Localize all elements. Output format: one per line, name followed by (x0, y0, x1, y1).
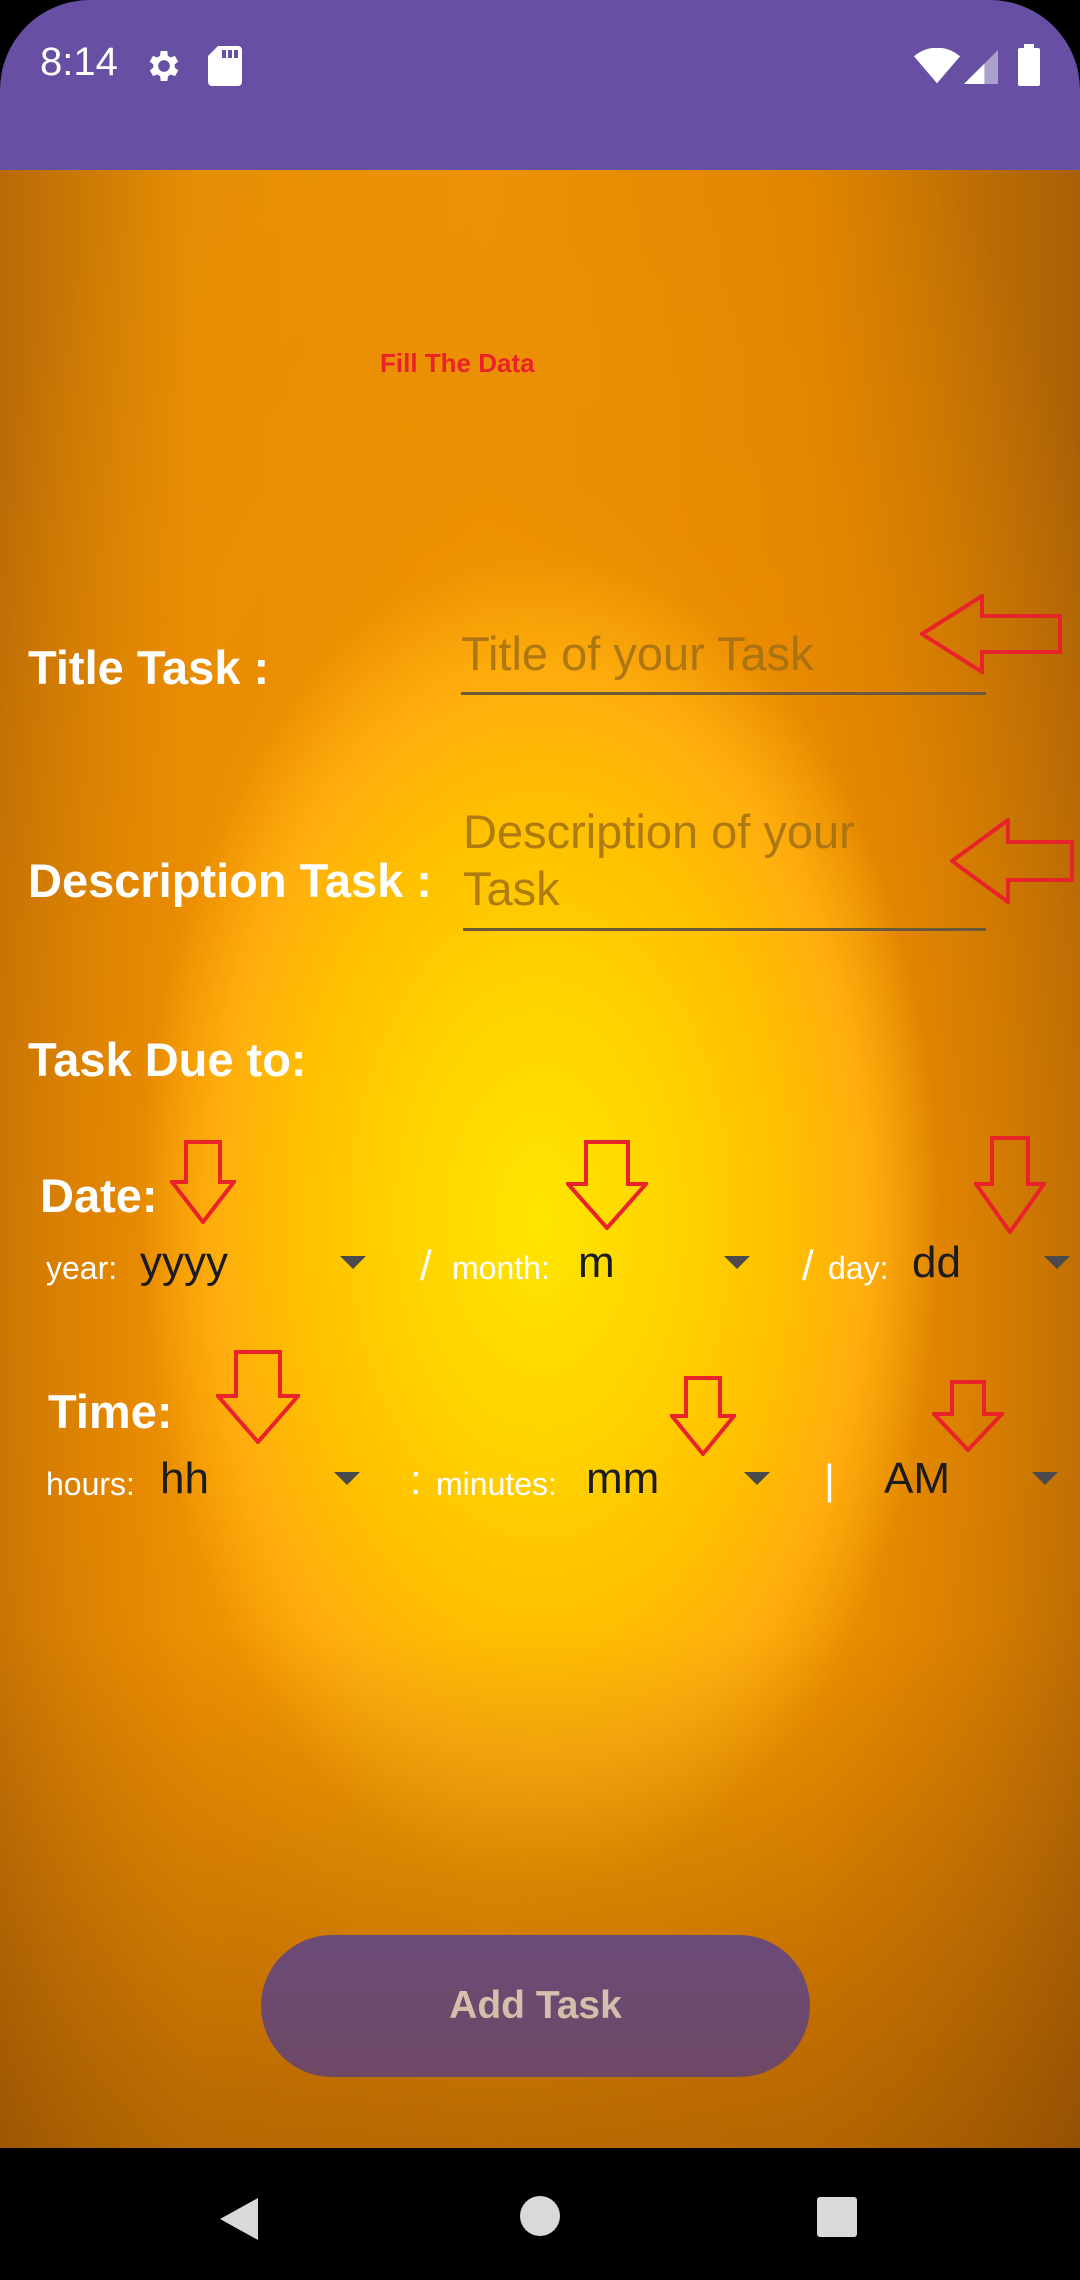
year-value: yyyy (140, 1238, 228, 1287)
screen: 8:14 Fill The Data Title Task : Title of… (0, 0, 1080, 2280)
description-task-label: Description Task : (28, 854, 432, 907)
annotation-arrow-down-icon (932, 1380, 1004, 1452)
annotation-arrow-down-icon (670, 1376, 736, 1456)
form-screen: Fill The Data Title Task : Title of your… (0, 170, 1080, 2148)
chevron-down-icon (744, 1472, 770, 1485)
wifi-icon (914, 47, 960, 89)
year-label: year: (46, 1250, 118, 1286)
description-placeholder-line2: Task (463, 862, 560, 915)
annotation-arrow-left-icon (950, 818, 1074, 904)
home-icon[interactable] (518, 2194, 562, 2238)
title-task-underline (461, 692, 986, 695)
navigation-bar (0, 2148, 1080, 2280)
annotation-arrow-down-icon (566, 1140, 648, 1230)
month-label: month: (452, 1250, 550, 1286)
page-title: Fill The Data (380, 348, 535, 378)
date-separator: / (420, 1242, 432, 1289)
hours-value: hh (160, 1454, 209, 1503)
title-task-input[interactable]: Title of your Task (461, 625, 986, 695)
description-task-input[interactable]: Description of your Task (463, 803, 986, 933)
hours-label: hours: (46, 1466, 135, 1502)
add-task-button[interactable]: Add Task (261, 1935, 810, 2077)
battery-icon (1018, 44, 1040, 91)
minutes-spinner[interactable]: mm (584, 1450, 778, 1510)
status-time: 8:14 (40, 40, 118, 84)
time-separator: : (410, 1456, 422, 1503)
date-label: Date: (40, 1169, 158, 1222)
recents-icon[interactable] (816, 2196, 858, 2238)
description-task-underline (463, 928, 986, 931)
minutes-value: mm (586, 1454, 660, 1503)
title-task-label: Title Task : (28, 641, 270, 694)
ampm-value: AM (884, 1454, 950, 1503)
annotation-arrow-down-icon (216, 1350, 300, 1444)
status-bar: 8:14 (0, 0, 1080, 170)
chevron-down-icon (1032, 1472, 1058, 1485)
title-task-placeholder: Title of your Task (461, 627, 814, 680)
back-icon[interactable] (218, 2196, 260, 2242)
chevron-down-icon (1044, 1256, 1070, 1269)
year-spinner[interactable]: yyyy (138, 1234, 370, 1294)
time-separator: | (824, 1456, 835, 1503)
hours-spinner[interactable]: hh (158, 1450, 364, 1510)
month-value: m (578, 1238, 615, 1287)
chevron-down-icon (334, 1472, 360, 1485)
date-separator: / (802, 1242, 814, 1289)
day-label: day: (828, 1250, 889, 1286)
chevron-down-icon (340, 1256, 366, 1269)
cell-signal-icon (964, 50, 998, 89)
task-due-label: Task Due to: (28, 1033, 307, 1086)
time-label: Time: (48, 1385, 173, 1438)
ampm-spinner[interactable]: AM (882, 1450, 1076, 1510)
month-spinner[interactable]: m (576, 1234, 756, 1294)
day-spinner[interactable]: dd (910, 1234, 1076, 1294)
minutes-label: minutes: (436, 1466, 557, 1502)
gear-icon (144, 46, 184, 91)
day-value: dd (912, 1238, 961, 1287)
annotation-arrow-down-icon (170, 1140, 236, 1224)
annotation-arrow-down-icon (974, 1136, 1046, 1234)
description-placeholder-line1: Description of your (463, 805, 855, 858)
sd-card-icon (208, 46, 242, 91)
annotation-arrow-left-icon (920, 594, 1062, 674)
chevron-down-icon (724, 1256, 750, 1269)
